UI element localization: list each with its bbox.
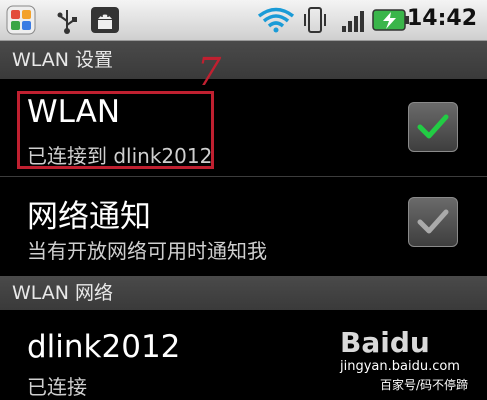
baidu-watermark-logo: Baidu <box>340 326 430 359</box>
android-debug-icon <box>91 7 119 33</box>
battery-charging-icon <box>372 9 409 31</box>
wlan-networks-header: WLAN 网络 <box>0 276 487 310</box>
network-notify-row[interactable]: 网络通知 当有开放网络可用时通知我 <box>0 177 487 272</box>
wlan-networks-title: WLAN 网络 <box>12 282 114 304</box>
network-name: dlink2012 <box>27 329 181 365</box>
watermark-note: 百家号/码不停蹄 <box>380 378 469 392</box>
vibrate-icon <box>304 7 326 33</box>
usb-icon <box>57 10 77 34</box>
wlan-checkbox[interactable] <box>408 102 458 152</box>
network-status: 已连接 <box>27 375 87 399</box>
signal-icon <box>342 11 364 32</box>
highlight-box <box>17 91 214 169</box>
app-grid-icon <box>6 5 36 35</box>
wifi-icon <box>257 7 295 33</box>
network-notify-checkbox[interactable] <box>408 197 458 247</box>
check-icon <box>417 114 449 139</box>
page-title: WLAN 设置 <box>12 49 114 71</box>
clock-time: 14:42 <box>406 6 477 31</box>
page-title-bar: WLAN 设置 <box>0 41 487 79</box>
watermark-url: jingyan.baidu.com <box>340 359 460 374</box>
network-notify-subtitle: 当有开放网络可用时通知我 <box>27 239 267 263</box>
network-notify-title: 网络通知 <box>27 199 151 235</box>
status-bar: 14:42 <box>0 0 487 41</box>
check-icon <box>417 209 449 234</box>
